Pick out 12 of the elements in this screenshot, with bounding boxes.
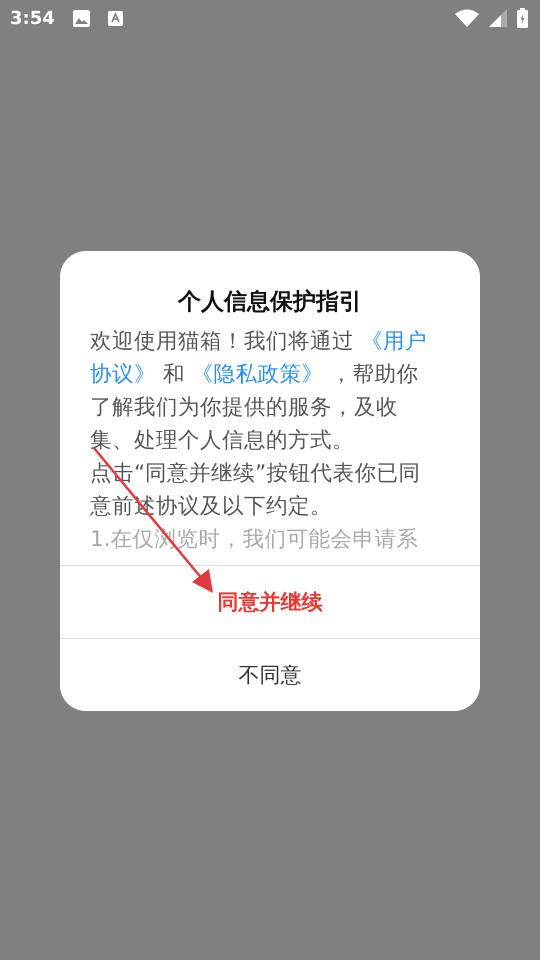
document-link[interactable]: 《用户 (360, 329, 427, 354)
wifi-icon (455, 9, 479, 27)
document-link[interactable]: 《隐私政策》 (192, 362, 324, 387)
keyboard-letter-icon (108, 10, 123, 26)
status-time: 3:54 (10, 8, 55, 28)
dialog-title: 个人信息保护指引 (176, 288, 363, 317)
signal-icon (489, 9, 507, 27)
decline-button[interactable]: 不同意 (60, 638, 480, 711)
image-icon (72, 10, 90, 26)
dialog-paragraph: 欢迎使用猫箱！我们将通过 《用户 协议》 和 《隐私政策》 ，帮助你了解我们为你提供的服务，及收集、处理个人信息的方式。 (90, 328, 428, 455)
battery-charging-icon (517, 8, 528, 28)
document-link[interactable]: 协议》 (90, 362, 156, 387)
